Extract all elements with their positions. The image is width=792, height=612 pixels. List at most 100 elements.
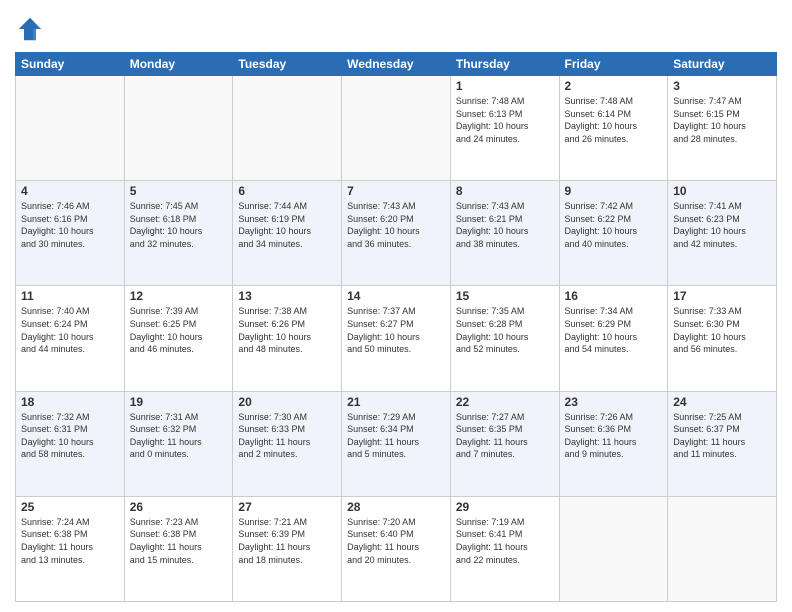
day-info: Sunrise: 7:32 AM Sunset: 6:31 PM Dayligh… (21, 411, 119, 461)
day-info: Sunrise: 7:33 AM Sunset: 6:30 PM Dayligh… (673, 305, 771, 355)
calendar-cell (559, 496, 668, 601)
calendar-header-row: SundayMondayTuesdayWednesdayThursdayFrid… (16, 53, 777, 76)
calendar-cell (16, 76, 125, 181)
calendar-cell: 29 Sunrise: 7:19 AM Sunset: 6:41 PM Dayli… (450, 496, 559, 601)
day-info: Sunrise: 7:21 AM Sunset: 6:39 PM Dayligh… (238, 516, 336, 566)
day-number: 19 (130, 395, 228, 409)
day-number: 22 (456, 395, 554, 409)
day-info: Sunrise: 7:47 AM Sunset: 6:15 PM Dayligh… (673, 95, 771, 145)
calendar-cell: 23 Sunrise: 7:26 AM Sunset: 6:36 PM Dayli… (559, 391, 668, 496)
calendar-cell: 15 Sunrise: 7:35 AM Sunset: 6:28 PM Dayli… (450, 286, 559, 391)
day-info: Sunrise: 7:40 AM Sunset: 6:24 PM Dayligh… (21, 305, 119, 355)
calendar-cell: 20Sunrise: 7:30 AM Sunset: 6:33 PM Dayli… (233, 391, 342, 496)
calendar-cell: 2 Sunrise: 7:48 AM Sunset: 6:14 PM Daylig… (559, 76, 668, 181)
day-info: Sunrise: 7:46 AM Sunset: 6:16 PM Dayligh… (21, 200, 119, 250)
day-info: Sunrise: 7:19 AM Sunset: 6:41 PM Dayligh… (456, 516, 554, 566)
day-number: 27 (238, 500, 336, 514)
calendar-cell: 24 Sunrise: 7:25 AM Sunset: 6:37 PM Dayli… (668, 391, 777, 496)
day-number: 3 (673, 79, 771, 93)
calendar-cell: 13 Sunrise: 7:38 AM Sunset: 6:26 PM Dayli… (233, 286, 342, 391)
day-info: Sunrise: 7:29 AM Sunset: 6:34 PM Dayligh… (347, 411, 445, 461)
day-number: 29 (456, 500, 554, 514)
day-number: 5 (130, 184, 228, 198)
day-number: 20 (238, 395, 336, 409)
calendar-week-4: 25 Sunrise: 7:24 AM Sunset: 6:38 PM Dayli… (16, 496, 777, 601)
calendar-cell: 18 Sunrise: 7:32 AM Sunset: 6:31 PM Dayli… (16, 391, 125, 496)
day-number: 10 (673, 184, 771, 198)
day-info: Sunrise: 7:48 AM Sunset: 6:14 PM Dayligh… (565, 95, 663, 145)
day-number: 4 (21, 184, 119, 198)
day-info: Sunrise: 7:35 AM Sunset: 6:28 PM Dayligh… (456, 305, 554, 355)
calendar-cell (342, 76, 451, 181)
day-number: 13 (238, 289, 336, 303)
calendar-week-2: 11 Sunrise: 7:40 AM Sunset: 6:24 PM Dayli… (16, 286, 777, 391)
day-number: 16 (565, 289, 663, 303)
day-number: 9 (565, 184, 663, 198)
calendar-cell: 4 Sunrise: 7:46 AM Sunset: 6:16 PM Daylig… (16, 181, 125, 286)
calendar-cell: 5 Sunrise: 7:45 AM Sunset: 6:18 PM Daylig… (124, 181, 233, 286)
day-number: 17 (673, 289, 771, 303)
day-number: 23 (565, 395, 663, 409)
day-number: 2 (565, 79, 663, 93)
calendar-week-0: 1Sunrise: 7:48 AM Sunset: 6:13 PM Daylig… (16, 76, 777, 181)
day-number: 11 (21, 289, 119, 303)
calendar-cell: 19 Sunrise: 7:31 AM Sunset: 6:32 PM Dayli… (124, 391, 233, 496)
day-number: 21 (347, 395, 445, 409)
day-header-sunday: Sunday (16, 53, 125, 76)
day-number: 14 (347, 289, 445, 303)
calendar-cell: 21 Sunrise: 7:29 AM Sunset: 6:34 PM Dayli… (342, 391, 451, 496)
day-info: Sunrise: 7:42 AM Sunset: 6:22 PM Dayligh… (565, 200, 663, 250)
day-number: 25 (21, 500, 119, 514)
day-info: Sunrise: 7:24 AM Sunset: 6:38 PM Dayligh… (21, 516, 119, 566)
day-info: Sunrise: 7:39 AM Sunset: 6:25 PM Dayligh… (130, 305, 228, 355)
day-number: 8 (456, 184, 554, 198)
day-info: Sunrise: 7:25 AM Sunset: 6:37 PM Dayligh… (673, 411, 771, 461)
calendar-cell (233, 76, 342, 181)
calendar-cell (124, 76, 233, 181)
calendar-week-1: 4 Sunrise: 7:46 AM Sunset: 6:16 PM Daylig… (16, 181, 777, 286)
day-info: Sunrise: 7:38 AM Sunset: 6:26 PM Dayligh… (238, 305, 336, 355)
day-number: 15 (456, 289, 554, 303)
day-info: Sunrise: 7:44 AM Sunset: 6:19 PM Dayligh… (238, 200, 336, 250)
day-header-tuesday: Tuesday (233, 53, 342, 76)
calendar-week-3: 18 Sunrise: 7:32 AM Sunset: 6:31 PM Dayli… (16, 391, 777, 496)
calendar-cell: 14 Sunrise: 7:37 AM Sunset: 6:27 PM Dayli… (342, 286, 451, 391)
day-info: Sunrise: 7:45 AM Sunset: 6:18 PM Dayligh… (130, 200, 228, 250)
day-info: Sunrise: 7:26 AM Sunset: 6:36 PM Dayligh… (565, 411, 663, 461)
day-info: Sunrise: 7:27 AM Sunset: 6:35 PM Dayligh… (456, 411, 554, 461)
day-info: Sunrise: 7:34 AM Sunset: 6:29 PM Dayligh… (565, 305, 663, 355)
day-info: Sunrise: 7:43 AM Sunset: 6:20 PM Dayligh… (347, 200, 445, 250)
day-number: 26 (130, 500, 228, 514)
day-number: 24 (673, 395, 771, 409)
day-info: Sunrise: 7:41 AM Sunset: 6:23 PM Dayligh… (673, 200, 771, 250)
day-info: Sunrise: 7:37 AM Sunset: 6:27 PM Dayligh… (347, 305, 445, 355)
calendar-cell: 25 Sunrise: 7:24 AM Sunset: 6:38 PM Dayli… (16, 496, 125, 601)
calendar-cell: 26 Sunrise: 7:23 AM Sunset: 6:38 PM Dayli… (124, 496, 233, 601)
calendar-cell: 8Sunrise: 7:43 AM Sunset: 6:21 PM Daylig… (450, 181, 559, 286)
calendar-table: SundayMondayTuesdayWednesdayThursdayFrid… (15, 52, 777, 602)
day-number: 28 (347, 500, 445, 514)
day-info: Sunrise: 7:48 AM Sunset: 6:13 PM Dayligh… (456, 95, 554, 145)
calendar-cell: 7 Sunrise: 7:43 AM Sunset: 6:20 PM Daylig… (342, 181, 451, 286)
calendar-cell: 12Sunrise: 7:39 AM Sunset: 6:25 PM Dayli… (124, 286, 233, 391)
day-info: Sunrise: 7:20 AM Sunset: 6:40 PM Dayligh… (347, 516, 445, 566)
day-number: 18 (21, 395, 119, 409)
day-number: 7 (347, 184, 445, 198)
calendar-cell (668, 496, 777, 601)
calendar-cell: 16 Sunrise: 7:34 AM Sunset: 6:29 PM Dayli… (559, 286, 668, 391)
calendar-cell: 28 Sunrise: 7:20 AM Sunset: 6:40 PM Dayli… (342, 496, 451, 601)
calendar-cell: 9 Sunrise: 7:42 AM Sunset: 6:22 PM Daylig… (559, 181, 668, 286)
calendar-cell: 1Sunrise: 7:48 AM Sunset: 6:13 PM Daylig… (450, 76, 559, 181)
calendar-cell: 17 Sunrise: 7:33 AM Sunset: 6:30 PM Dayli… (668, 286, 777, 391)
calendar-cell: 6 Sunrise: 7:44 AM Sunset: 6:19 PM Daylig… (233, 181, 342, 286)
page: SundayMondayTuesdayWednesdayThursdayFrid… (0, 0, 792, 612)
logo-icon (15, 14, 45, 44)
header (15, 10, 777, 44)
calendar-cell: 3 Sunrise: 7:47 AM Sunset: 6:15 PM Daylig… (668, 76, 777, 181)
day-header-thursday: Thursday (450, 53, 559, 76)
day-info: Sunrise: 7:23 AM Sunset: 6:38 PM Dayligh… (130, 516, 228, 566)
day-number: 6 (238, 184, 336, 198)
calendar-cell: 11 Sunrise: 7:40 AM Sunset: 6:24 PM Dayli… (16, 286, 125, 391)
day-info: Sunrise: 7:31 AM Sunset: 6:32 PM Dayligh… (130, 411, 228, 461)
day-header-saturday: Saturday (668, 53, 777, 76)
